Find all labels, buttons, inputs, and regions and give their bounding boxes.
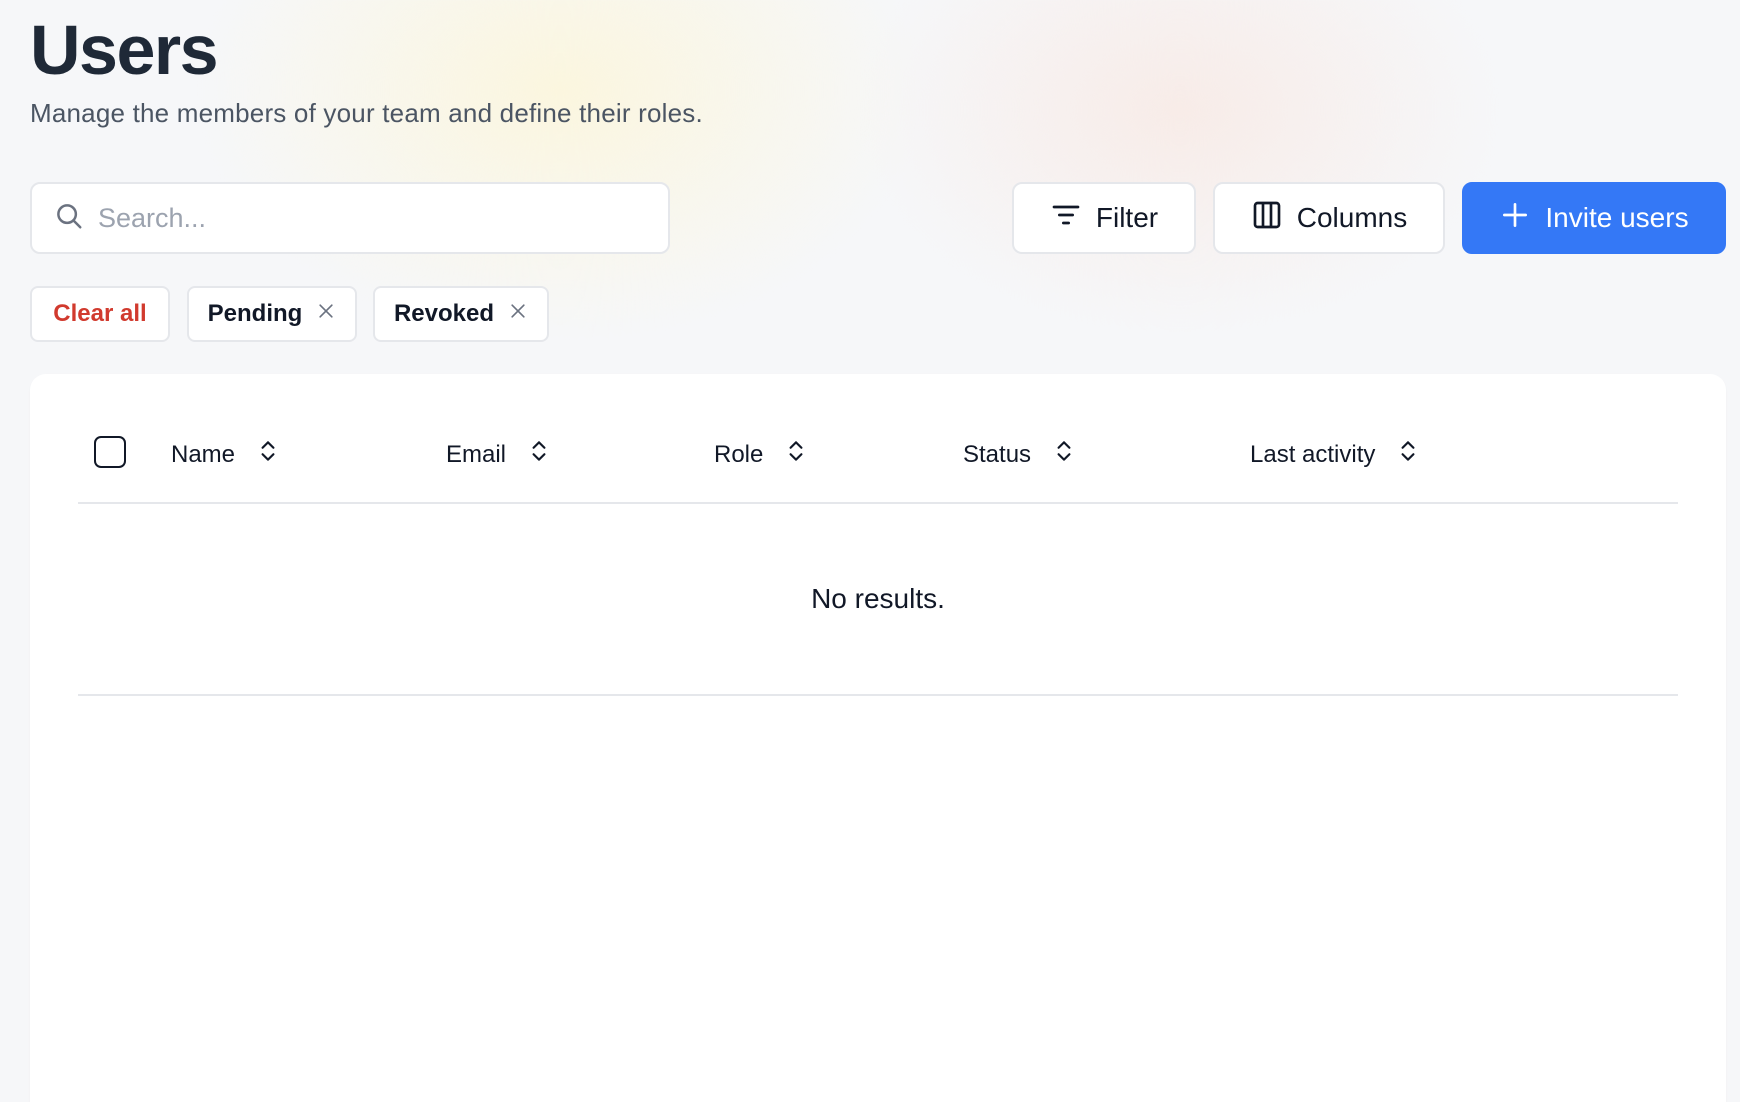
sort-chevrons-icon (257, 438, 279, 471)
filter-chip-label: Pending (207, 300, 303, 327)
page-title: Users (30, 11, 219, 89)
users-table: Name Email Role Status Last activity No … (30, 374, 1726, 1102)
empty-state-message: No results. (811, 583, 945, 614)
column-header-name[interactable]: Name (171, 438, 279, 471)
filter-chip-revoked[interactable]: Revoked (373, 286, 549, 342)
close-icon[interactable] (316, 300, 336, 328)
column-header-label: Role (714, 440, 764, 468)
empty-state-row: No results. (78, 504, 1678, 696)
columns-button[interactable]: Columns (1213, 182, 1445, 254)
filter-button[interactable]: Filter (1012, 182, 1196, 254)
column-header-label: Status (963, 440, 1032, 468)
sort-chevrons-icon (528, 438, 550, 471)
column-header-label: Last activity (1250, 440, 1376, 468)
filter-chip-label: Revoked (393, 300, 495, 327)
filter-chip-pending[interactable]: Pending (187, 286, 357, 342)
search-icon (54, 201, 84, 236)
columns-button-label: Columns (1296, 202, 1408, 233)
column-header-label: Email (446, 440, 507, 468)
select-all-checkbox[interactable] (94, 436, 126, 468)
plus-icon (1499, 199, 1531, 238)
search-input[interactable] (98, 202, 638, 234)
column-header-email[interactable]: Email (446, 438, 550, 471)
sort-chevrons-icon (1397, 438, 1419, 471)
filter-button-label: Filter (1095, 202, 1159, 233)
column-header-status[interactable]: Status (963, 438, 1075, 471)
sort-chevrons-icon (785, 438, 807, 471)
filter-lines-icon (1050, 199, 1082, 238)
column-header-role[interactable]: Role (714, 438, 807, 471)
invite-users-label: Invite users (1545, 202, 1689, 233)
clear-all-button[interactable]: Clear all (30, 286, 170, 342)
page-subtitle: Manage the members of your team and defi… (30, 98, 703, 128)
close-icon[interactable] (508, 300, 528, 328)
search-box[interactable] (30, 182, 670, 254)
invite-users-button[interactable]: Invite users (1462, 182, 1726, 254)
column-header-last-activity[interactable]: Last activity (1250, 438, 1419, 471)
table-header-row: Name Email Role Status Last activity (78, 428, 1678, 504)
column-header-label: Name (171, 440, 236, 468)
columns-icon (1251, 199, 1283, 238)
sort-chevrons-icon (1053, 438, 1075, 471)
